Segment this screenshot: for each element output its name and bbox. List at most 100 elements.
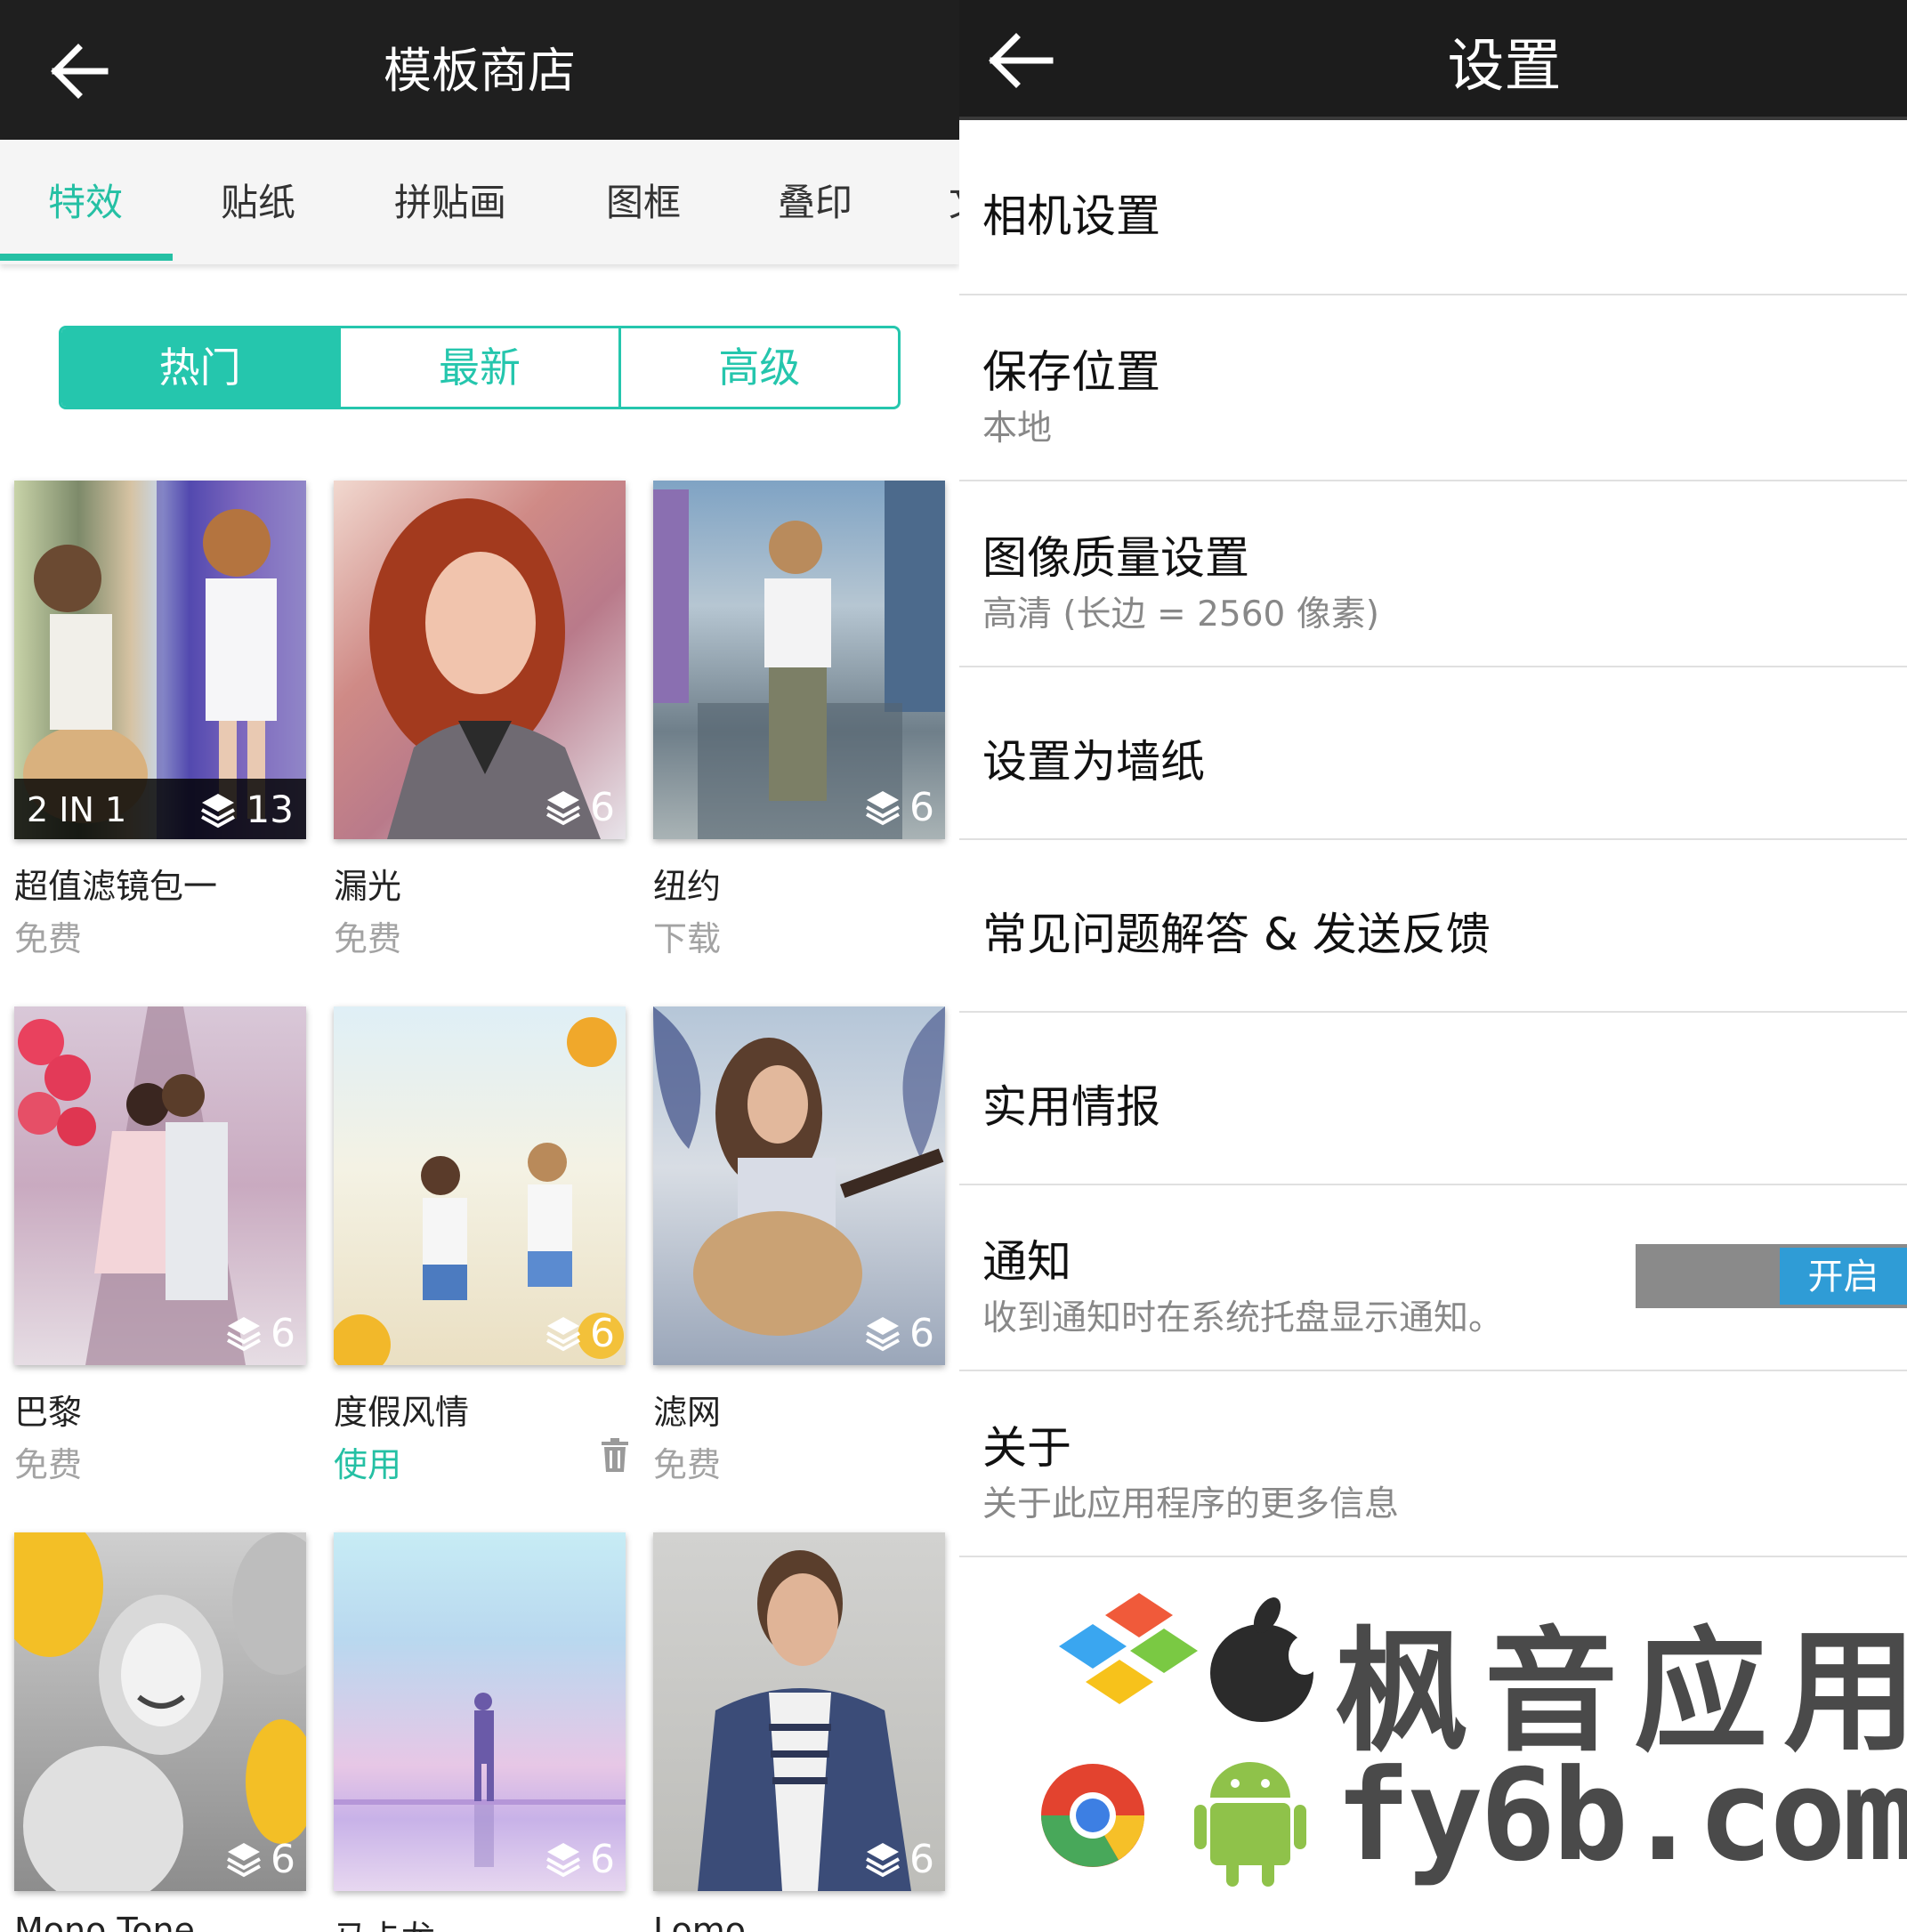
watermark-logos [1041, 1593, 1321, 1887]
settings-item-about[interactable]: 关于 关于此应用程序的更多信息 [959, 1371, 1907, 1557]
trash-icon[interactable] [600, 1437, 630, 1473]
settings-item-title: 关于 [982, 1422, 1071, 1474]
layer-count-badge: 6 [226, 1834, 295, 1884]
template-thumbnail: 2 IN 1 13 [14, 481, 306, 839]
template-thumbnail: 6 [653, 481, 945, 839]
apple-logo-icon [1210, 1597, 1321, 1722]
template-status: 免费 [14, 1445, 83, 1484]
layer-count: 6 [590, 1310, 615, 1356]
tab-collage[interactable]: 拼贴画 [394, 140, 506, 264]
template-name: 度假风情 [334, 1393, 470, 1432]
android-logo-icon [1194, 1762, 1306, 1887]
settings-item-subtitle: 高清 (长边 = 2560 像素) [982, 594, 1379, 635]
settings-item-faq-feedback[interactable]: 常见问题解答 & 发送反馈 [959, 840, 1907, 1013]
layer-count: 6 [271, 1836, 295, 1882]
windows-logo-icon [1059, 1593, 1198, 1704]
layer-count: 6 [590, 784, 615, 830]
toggle-on-label: 开启 [1780, 1248, 1907, 1305]
layers-icon [546, 1843, 580, 1878]
back-arrow-icon[interactable] [986, 32, 1054, 89]
template-name: 滤网 [653, 1393, 722, 1432]
layer-count-badge: 6 [865, 1834, 934, 1884]
tab-frames[interactable]: 图框 [606, 140, 681, 264]
template-thumbnail: 6 [334, 1006, 626, 1365]
layer-count-badge: 6 [545, 1308, 615, 1358]
layer-count: 6 [271, 1310, 295, 1356]
template-status: 免费 [653, 1445, 722, 1484]
tab-text[interactable]: 文 [949, 140, 959, 264]
template-thumbnail: 6 [334, 1532, 626, 1891]
chrome-logo-icon [1041, 1764, 1144, 1867]
back-arrow-icon[interactable] [46, 39, 110, 103]
settings-item-title: 图像质量设置 [982, 532, 1249, 584]
layer-count: 6 [909, 1836, 934, 1882]
settings-item-subtitle: 收到通知时在系统托盘显示通知。 [982, 1298, 1504, 1338]
template-name: 马卡龙 [334, 1911, 435, 1932]
template-name: 漏光 [334, 867, 402, 906]
settings-item-camera[interactable]: 相机设置 [959, 124, 1907, 295]
category-tabs: 特效 贴纸 拼贴画 图框 叠印 文 [0, 140, 959, 264]
settings-item-title: 相机设置 [982, 190, 1160, 242]
bundle-info-bar: 2 IN 1 13 [14, 779, 306, 839]
template-name: 超值滤镜包一 [14, 867, 218, 906]
template-thumbnail: 6 [14, 1006, 306, 1365]
layer-count-badge: 6 [545, 782, 615, 832]
layers-icon [866, 791, 900, 826]
settings-item-title: 常见问题解答 & 发送反馈 [982, 909, 1491, 960]
layer-count: 6 [590, 1836, 615, 1882]
layer-count-badge: 6 [865, 782, 934, 832]
active-tab-indicator [0, 254, 173, 261]
settings-item-subtitle: 关于此应用程序的更多信息 [982, 1484, 1400, 1524]
layers-icon [200, 794, 235, 829]
tab-stickers[interactable]: 贴纸 [221, 140, 295, 264]
watermark-url: fy6b.com [1335, 1742, 1907, 1889]
settings-item-title: 保存位置 [982, 346, 1160, 398]
store-app-bar: 模板商店 [0, 0, 959, 140]
template-name: 纽约 [653, 867, 722, 906]
layers-icon [546, 1317, 580, 1352]
layer-count-badge: 6 [865, 1308, 934, 1358]
layer-count-badge: 6 [545, 1834, 615, 1884]
tab-effects[interactable]: 特效 [48, 140, 123, 264]
settings-item-title: 实用情报 [982, 1081, 1160, 1133]
segment-popular[interactable]: 热门 [61, 328, 339, 407]
layers-icon [227, 1843, 261, 1878]
segment-premium[interactable]: 高级 [618, 328, 898, 407]
notification-toggle[interactable]: 开启 [1636, 1244, 1907, 1308]
tab-overlay[interactable]: 叠印 [778, 140, 852, 264]
layer-count-badge: 6 [226, 1308, 295, 1358]
template-name: 巴黎 [14, 1393, 83, 1432]
template-name: Mono Tone [14, 1911, 195, 1932]
store-title: 模板商店 [384, 43, 576, 99]
layers-icon [866, 1317, 900, 1352]
settings-item-save-location[interactable]: 保存位置 本地 [959, 295, 1907, 481]
template-thumbnail: 6 [653, 1532, 945, 1891]
settings-title: 设置 [1447, 34, 1562, 100]
settings-item-image-quality[interactable]: 图像质量设置 高清 (长边 = 2560 像素) [959, 481, 1907, 667]
template-name: Lomo [653, 1911, 747, 1932]
sort-segmented-control: 热门 最新 高级 [59, 326, 901, 409]
layer-count: 13 [246, 788, 294, 831]
watermark: 枫音应用 fy6b.com [1032, 1575, 1907, 1896]
template-thumbnail: 6 [334, 481, 626, 839]
layer-count: 6 [909, 784, 934, 830]
template-thumbnail: 6 [14, 1532, 306, 1891]
bundle-label: 2 IN 1 [27, 790, 127, 829]
segment-newest[interactable]: 最新 [338, 328, 618, 407]
template-status: 免费 [334, 919, 402, 958]
settings-item-subtitle: 本地 [982, 408, 1053, 449]
settings-item-title: 通知 [982, 1236, 1071, 1288]
settings-item-useful-info[interactable]: 实用情报 [959, 1013, 1907, 1185]
template-thumbnail: 6 [653, 1006, 945, 1365]
layers-icon [866, 1843, 900, 1878]
template-status: 下载 [653, 919, 722, 958]
template-status: 免费 [14, 919, 83, 958]
layers-icon [546, 791, 580, 826]
layer-count: 6 [909, 1310, 934, 1356]
template-status[interactable]: 使用 [334, 1437, 401, 1486]
template-store-screen: 模板商店 特效 贴纸 拼贴画 图框 叠印 文 热门 最新 高级 [0, 0, 959, 1932]
layers-icon [227, 1317, 261, 1352]
layer-count-badge: 13 [200, 779, 294, 839]
settings-app-bar: 设置 [959, 0, 1907, 120]
settings-item-wallpaper[interactable]: 设置为墙纸 [959, 667, 1907, 840]
